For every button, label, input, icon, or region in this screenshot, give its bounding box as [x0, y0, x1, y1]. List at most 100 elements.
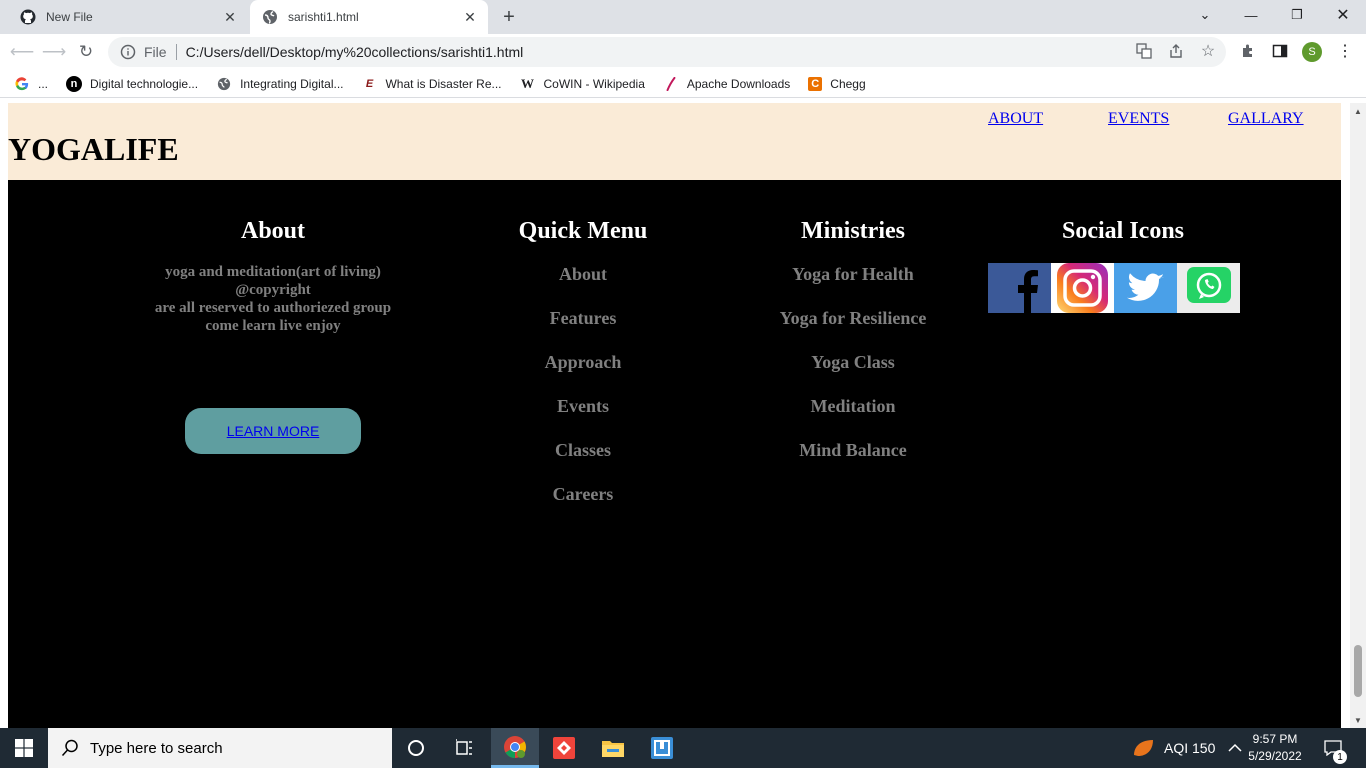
info-icon[interactable] [120, 44, 136, 60]
file-explorer-icon[interactable] [589, 728, 637, 768]
quick-menu-item[interactable]: Classes [478, 439, 688, 483]
extensions-icon[interactable] [1237, 40, 1259, 62]
bookmark-integrating-digital[interactable]: Integrating Digital... [216, 76, 343, 92]
nav-link-events[interactable]: EVENTS [1108, 110, 1169, 128]
star-icon[interactable]: ☆ [1197, 40, 1219, 62]
chegg-icon: C [808, 76, 823, 91]
globe-icon [216, 76, 232, 92]
ministry-item[interactable]: Yoga for Health [738, 263, 968, 307]
anydesk-icon[interactable] [540, 728, 588, 768]
divider [175, 44, 177, 60]
whatsapp-icon[interactable] [1177, 263, 1240, 313]
instagram-icon[interactable] [1051, 263, 1114, 313]
learn-more-button[interactable]: LEARN MORE [185, 408, 361, 454]
footer-heading: Quick Menu [518, 218, 648, 244]
weather-widget[interactable]: AQI 150 [1132, 728, 1215, 768]
google-icon [14, 76, 30, 92]
quick-menu-item[interactable]: About [478, 263, 688, 307]
page-scrollbar[interactable]: ▲ ▼ [1350, 103, 1366, 728]
close-window-button[interactable]: ✕ [1320, 0, 1366, 30]
tab-title: sarishti1.html [288, 10, 359, 24]
bookmark-apache[interactable]: Apache Downloads [663, 76, 790, 92]
task-view-icon[interactable] [440, 728, 488, 768]
site-logo-text: YOGALIFE [8, 131, 179, 167]
twitter-icon[interactable] [1114, 263, 1177, 313]
footer-heading: Ministries [801, 218, 905, 244]
social-icons-row [988, 263, 1258, 313]
bookmark-label: Chegg [830, 76, 866, 91]
close-icon[interactable]: ✕ [220, 7, 240, 27]
new-tab-button[interactable]: + [498, 6, 520, 28]
bookmark-digital-technologies[interactable]: n Digital technologie... [66, 75, 199, 92]
footer-quick-menu-column: Quick Menu About Features Approach Event… [478, 218, 688, 527]
apache-feather-icon [663, 76, 679, 92]
windows-start-icon[interactable] [0, 728, 48, 768]
app-taskbar-icon[interactable] [638, 728, 686, 768]
browser-toolbar: ⟵ ⟶ ↻ File C:/Users/dell/Desktop/my%20co… [0, 34, 1366, 70]
footer-social-column: Social Icons [988, 218, 1258, 313]
quick-menu-item[interactable]: Approach [478, 351, 688, 395]
nav-link-gallary[interactable]: GALLARY [1228, 110, 1304, 128]
site-footer: About yoga and meditation(art of living)… [8, 180, 1341, 728]
page-viewport: YOGALIFE ABOUT EVENTS GALLARY About yoga… [0, 103, 1350, 728]
bookmark-chegg[interactable]: C Chegg [808, 76, 866, 91]
reload-button[interactable]: ↻ [72, 38, 100, 66]
bookmark-label: CoWIN - Wikipedia [543, 76, 645, 91]
restore-button[interactable]: ❐ [1274, 0, 1320, 30]
quick-menu-item[interactable]: Careers [478, 483, 688, 527]
side-panel-icon[interactable] [1269, 40, 1291, 62]
globe-icon [262, 9, 278, 25]
chrome-taskbar-icon[interactable] [491, 728, 539, 768]
scroll-up-arrow[interactable]: ▲ [1350, 103, 1366, 119]
notification-badge: 1 [1333, 750, 1347, 764]
cortana-icon[interactable] [392, 728, 440, 768]
aqi-value: AQI 150 [1164, 740, 1216, 756]
bookmark-label: What is Disaster Re... [385, 76, 502, 91]
tab-new-file[interactable]: New File ✕ [8, 0, 248, 34]
ministry-item[interactable]: Yoga Class [738, 351, 968, 395]
search-placeholder: Type here to search [90, 739, 223, 757]
avatar[interactable]: S [1302, 42, 1322, 62]
ministry-item[interactable]: Mind Balance [738, 439, 968, 483]
chevron-up-icon[interactable] [1228, 728, 1242, 768]
bookmark-disaster[interactable]: E What is Disaster Re... [361, 76, 502, 92]
about-line: come learn live enjoy [205, 318, 341, 334]
bookmark-google[interactable]: ... [14, 76, 48, 92]
close-icon[interactable]: ✕ [460, 7, 480, 27]
clock-time: 9:57 PM [1252, 732, 1298, 746]
notification-icon[interactable]: 1 [1324, 728, 1347, 768]
nav-link-about[interactable]: ABOUT [988, 110, 1043, 128]
bookmark-label: Apache Downloads [686, 76, 791, 91]
quick-menu-item[interactable]: Events [478, 395, 688, 439]
address-bar[interactable]: File C:/Users/dell/Desktop/my%20collecti… [108, 37, 1226, 67]
tab-strip: New File ✕ sarishti1.html ✕ + ⌄ — ❐ ✕ [0, 0, 1366, 34]
chevron-down-icon[interactable]: ⌄ [1182, 0, 1228, 30]
facebook-icon[interactable] [988, 263, 1051, 313]
footer-ministries-column: Ministries Yoga for Health Yoga for Resi… [738, 218, 968, 483]
bookmark-cowin[interactable]: W CoWIN - Wikipedia [520, 76, 645, 92]
scroll-thumb[interactable] [1354, 645, 1362, 697]
minimize-button[interactable]: — [1228, 0, 1274, 30]
back-button[interactable]: ⟵ [8, 38, 36, 66]
e-logo-icon: E [365, 77, 374, 90]
ministry-item[interactable]: Yoga for Resilience [738, 307, 968, 351]
about-line: are all reserved to authoriezed group [154, 300, 392, 316]
taskbar-search-input[interactable]: Type here to search [48, 728, 392, 768]
url-text: C:/Users/dell/Desktop/my%20collections/s… [185, 44, 524, 60]
system-clock[interactable]: 9:57 PM 5/29/2022 [1244, 731, 1306, 765]
footer-heading: Social Icons [1061, 218, 1184, 244]
scroll-down-arrow[interactable]: ▼ [1350, 712, 1366, 728]
forward-button[interactable]: ⟶ [40, 38, 68, 66]
footer-heading: About [240, 218, 306, 244]
url-scheme: File [144, 44, 167, 60]
translate-icon[interactable] [1133, 40, 1155, 62]
more-menu-icon[interactable]: ⋮ [1334, 40, 1356, 62]
ministry-item[interactable]: Meditation [738, 395, 968, 439]
about-line: yoga and meditation(art of living) [165, 264, 381, 280]
quick-menu-item[interactable]: Features [478, 307, 688, 351]
share-icon[interactable] [1165, 40, 1187, 62]
site-header: YOGALIFE ABOUT EVENTS GALLARY [8, 103, 1341, 180]
bookmark-label: Digital technologie... [90, 76, 199, 91]
tab-sarishti[interactable]: sarishti1.html ✕ [250, 0, 488, 34]
about-line: @copyright [235, 282, 311, 298]
